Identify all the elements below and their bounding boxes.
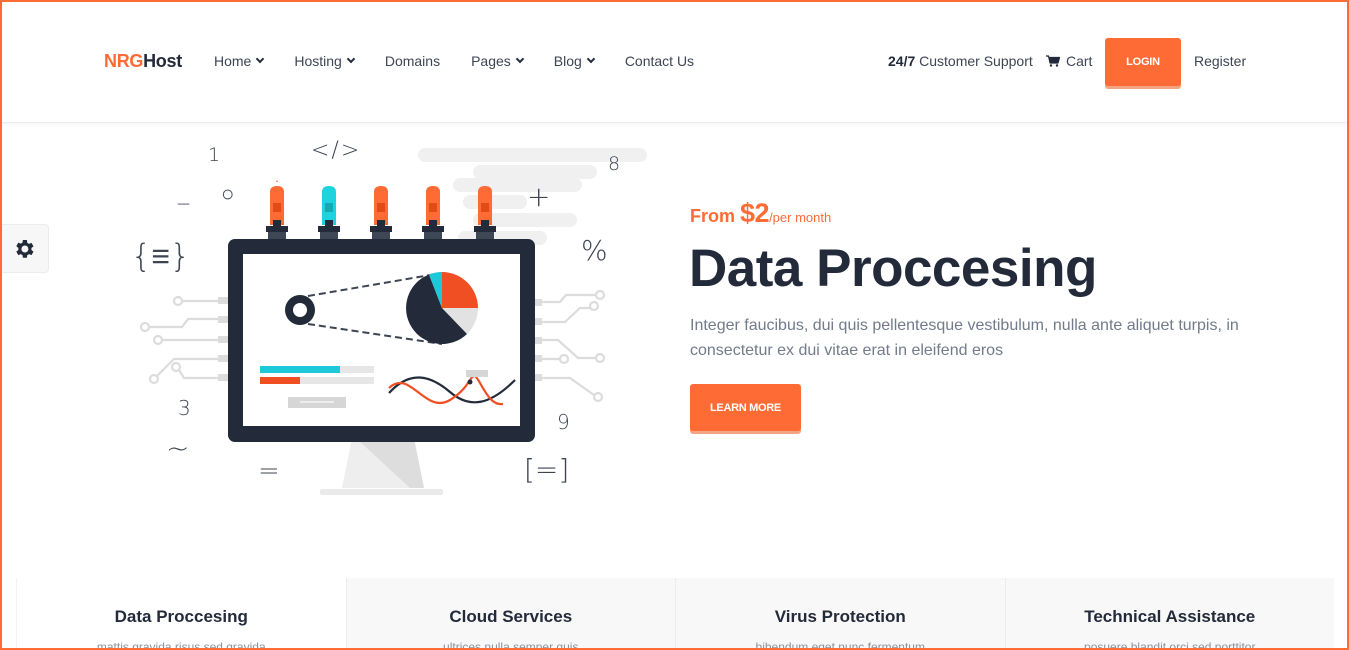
symbol-brackets: [=]	[524, 453, 570, 486]
cart-link[interactable]: Cart	[1046, 53, 1092, 69]
register-link[interactable]: Register	[1194, 53, 1246, 69]
circuit-right	[532, 289, 606, 403]
symbol-three: 3	[178, 396, 191, 420]
monitor-stand	[320, 438, 443, 495]
symbol-eight: 8	[608, 153, 621, 175]
gear-icon	[16, 239, 34, 258]
hero-title: Data Proccesing	[689, 239, 1097, 298]
logo-host: Host	[143, 51, 182, 71]
support-hours: 24/7	[888, 53, 916, 69]
symbol-circle: ○	[221, 182, 235, 207]
price-prefix: From	[690, 206, 741, 226]
symbol-nine: 9	[557, 410, 570, 434]
feature-tab-technical-assistance[interactable]: Technical Assistance posuere blandit orc…	[1004, 578, 1334, 650]
nav-item-hosting[interactable]: Hosting	[294, 53, 356, 69]
settings-toggle[interactable]	[0, 224, 49, 273]
hero-illustration: 1 </> 8 _ ○ + {≡} % 3 ~ 9 = [=]	[120, 130, 660, 510]
shopping-cart-icon	[1046, 55, 1060, 67]
nav-item-home[interactable]: Home	[214, 53, 265, 69]
symbol-one: 1	[208, 144, 221, 166]
price-tag: From $2/per month	[690, 198, 831, 229]
bulb-4	[422, 186, 444, 240]
nav-label: Domains	[384, 53, 441, 69]
price-period: /per month	[769, 210, 832, 225]
logo[interactable]: NRGHost	[104, 51, 182, 72]
screen-gear-icon	[285, 295, 315, 325]
learn-more-button[interactable]: LEARN MORE	[690, 384, 801, 431]
chevron-down-icon	[256, 54, 265, 64]
site-header: NRGHost Home Hosting Domains Pages Blog …	[0, 0, 1349, 123]
pie-chart	[406, 272, 479, 345]
logo-nrg: NRG	[104, 51, 144, 71]
feature-title: Technical Assistance	[1084, 607, 1256, 626]
chevron-down-icon	[586, 54, 596, 64]
feature-title: Data Proccesing	[114, 607, 248, 626]
chevron-down-icon	[515, 54, 525, 64]
symbol-tilde: ~	[166, 432, 190, 465]
feature-tab-data-processing[interactable]: Data Proccesing mattis gravida risus sed…	[16, 578, 346, 650]
symbol-code: </>	[311, 138, 362, 163]
symbol-percent: %	[581, 234, 608, 267]
bulb-3	[370, 186, 392, 240]
bulb-2	[318, 186, 340, 240]
feature-subtitle: posuere blandit orci sed porttitor	[1084, 640, 1256, 650]
feature-subtitle: bibendum eget nunc fermentum	[755, 640, 925, 650]
hero-description: Integer faucibus, dui quis pellentesque …	[690, 317, 1239, 359]
support-label: Customer Support	[915, 53, 1033, 69]
feature-tab-virus-protection[interactable]: Virus Protection bibendum eget nunc ferm…	[675, 578, 1005, 650]
feature-title: Virus Protection	[774, 607, 906, 626]
chevron-down-icon	[346, 54, 356, 64]
feature-tabs: Data Proccesing mattis gravida risus sed…	[16, 578, 1334, 650]
monitor-screen	[243, 254, 520, 426]
nav-item-domains[interactable]: Domains	[385, 53, 440, 69]
customer-support: 24/7 Customer Support	[888, 53, 1033, 69]
price-amount: $2	[740, 198, 770, 228]
feature-tab-cloud-services[interactable]: Cloud Services ultrices nulla semper qui…	[345, 578, 675, 650]
symbol-equals: =	[258, 456, 280, 486]
nav-label: Home	[214, 53, 252, 69]
cart-label: Cart	[1066, 53, 1093, 69]
feature-subtitle: ultrices nulla semper quis	[443, 640, 579, 650]
nav-label: Blog	[553, 53, 582, 69]
nav-label: Contact Us	[624, 53, 695, 69]
nav-label: Hosting	[294, 53, 342, 69]
nav-item-blog[interactable]: Blog	[553, 53, 596, 69]
symbol-braces: {≡}	[131, 237, 191, 275]
feature-title: Cloud Services	[449, 607, 573, 626]
main-nav: Home Hosting Domains Pages Blog Contact …	[214, 53, 725, 69]
symbol-plus: +	[527, 180, 551, 213]
symbol-underscore: _	[178, 180, 189, 205]
bulb-1	[266, 180, 288, 240]
feature-subtitle: mattis gravida risus sed gravida	[96, 640, 266, 650]
circuit-left	[139, 295, 228, 385]
login-button[interactable]: LOGIN	[1105, 38, 1181, 86]
nav-item-contact[interactable]: Contact Us	[625, 53, 694, 69]
nav-label: Pages	[471, 53, 511, 69]
nav-item-pages[interactable]: Pages	[471, 53, 525, 69]
monitor-illustration	[139, 148, 647, 495]
